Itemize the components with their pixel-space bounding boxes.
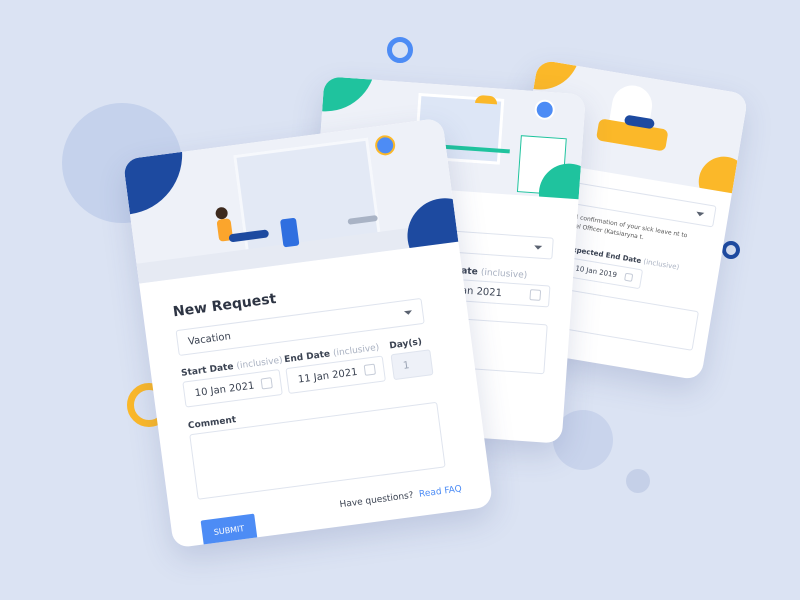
submit-button[interactable]: SUBMIT (200, 513, 258, 547)
calendar-icon (260, 377, 273, 390)
decor-ring-blue (387, 37, 413, 63)
decor-ring-navy (722, 241, 740, 259)
chevron-down-icon (533, 245, 543, 250)
calendar-icon (363, 363, 376, 376)
leave-type-select[interactable] (452, 230, 554, 260)
chevron-down-icon (695, 211, 705, 217)
page-title: New Request (172, 290, 278, 321)
new-request-card: New Request Vacation Start Date (inclusi… (122, 117, 494, 549)
end-date-label: ate (inclusive) (460, 266, 528, 281)
decor-circle-small (626, 469, 650, 493)
days-label: Day(s) (388, 337, 423, 352)
faq-text: Have questions? Read FAQ (339, 484, 463, 511)
days-input: 1 (390, 349, 434, 381)
clock-icon (534, 99, 556, 121)
calendar-icon (529, 289, 542, 301)
clock-icon (373, 134, 397, 157)
calendar-icon (624, 272, 634, 282)
chevron-down-icon (403, 310, 413, 316)
read-faq-link[interactable]: Read FAQ (419, 484, 463, 500)
